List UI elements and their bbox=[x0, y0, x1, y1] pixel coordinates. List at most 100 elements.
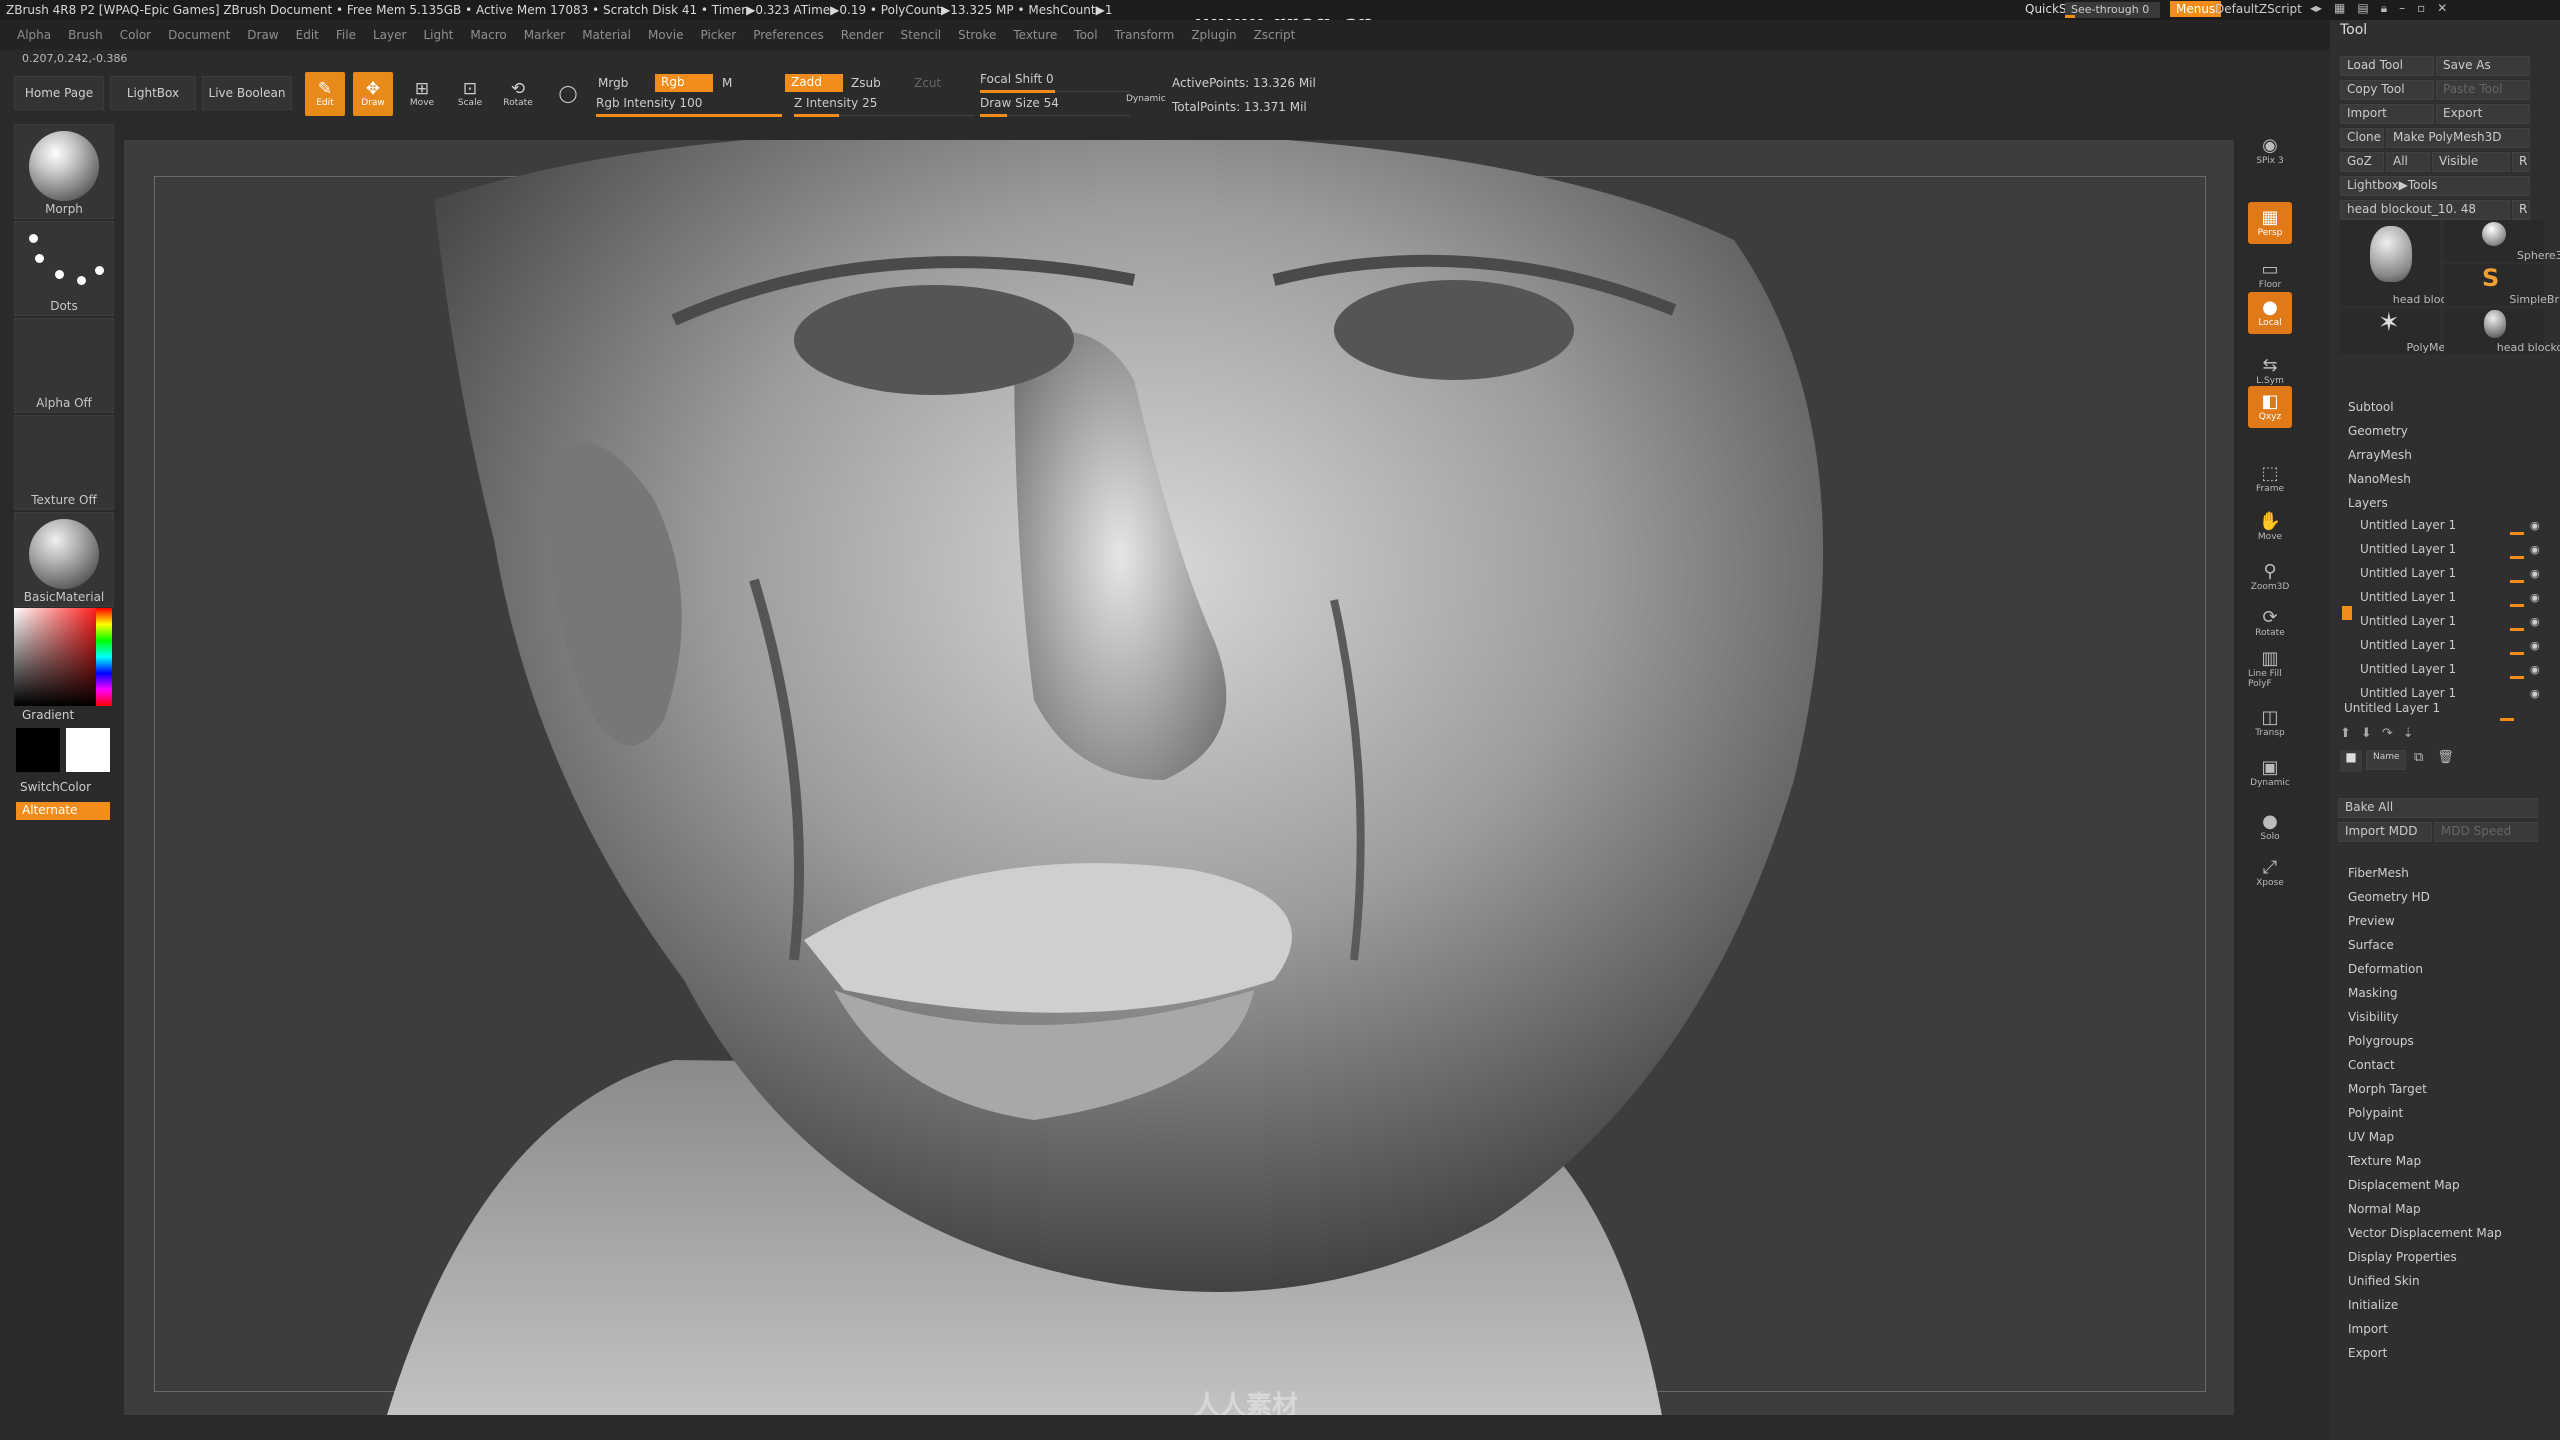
record-layer-indicator[interactable] bbox=[2342, 606, 2352, 620]
menu-render[interactable]: Render bbox=[841, 28, 884, 42]
layer-merge-icon[interactable]: ⇣ bbox=[2403, 726, 2414, 741]
subpalette-contact[interactable]: Contact bbox=[2348, 1058, 2395, 1072]
subpalette-masking[interactable]: Masking bbox=[2348, 986, 2397, 1000]
layer-strength-bar[interactable] bbox=[2510, 580, 2524, 583]
menu-transform[interactable]: Transform bbox=[1115, 28, 1175, 42]
zcut-button[interactable]: Zcut bbox=[914, 76, 941, 90]
subpalette-surface[interactable]: Surface bbox=[2348, 938, 2394, 952]
tool-thumb-head-2[interactable]: head blockout_1( bbox=[2444, 308, 2560, 354]
eye-icon[interactable]: ◉ bbox=[2530, 543, 2540, 556]
draw-button[interactable]: ✥ Draw bbox=[353, 72, 393, 116]
move-button[interactable]: ⊞ Move bbox=[402, 72, 442, 116]
sphere-toggle[interactable]: ◯ bbox=[548, 72, 588, 116]
tool-thumb-polymesh3d[interactable]: ✶ PolyMesh3D bbox=[2340, 308, 2473, 354]
goz-button[interactable]: GoZ bbox=[2340, 152, 2384, 172]
export-button[interactable]: Export bbox=[2436, 104, 2530, 124]
menu-material[interactable]: Material bbox=[582, 28, 631, 42]
shelf-line-fill-polyf-button[interactable]: ▥ Line Fill PolyF bbox=[2248, 648, 2292, 690]
menu-alpha[interactable]: Alpha bbox=[17, 28, 51, 42]
shelf-qxyz-button[interactable]: ◧ Qxyz bbox=[2248, 386, 2292, 428]
subpalette-preview[interactable]: Preview bbox=[2348, 914, 2395, 928]
layer-strength-bar[interactable] bbox=[2510, 676, 2524, 679]
eye-icon[interactable]: ◉ bbox=[2530, 519, 2540, 532]
menu-stroke[interactable]: Stroke bbox=[958, 28, 996, 42]
subpalette-export[interactable]: Export bbox=[2348, 1346, 2387, 1360]
eye-icon[interactable]: ◉ bbox=[2530, 567, 2540, 580]
subpalette-vector-displacement-map[interactable]: Vector Displacement Map bbox=[2348, 1226, 2502, 1240]
shelf-move-button[interactable]: ✋ Move bbox=[2248, 506, 2292, 548]
tool-thumb-head[interactable]: head blockout_1( bbox=[2340, 220, 2487, 306]
layer-row[interactable]: Untitled Layer 1 ◉ bbox=[2360, 566, 2540, 586]
shelf-dynamic-button[interactable]: ▣ Dynamic bbox=[2248, 752, 2292, 794]
subpalette-layers[interactable]: Layers bbox=[2348, 496, 2388, 510]
menu-edit[interactable]: Edit bbox=[296, 28, 319, 42]
menu-preferences[interactable]: Preferences bbox=[753, 28, 824, 42]
texture-selector[interactable]: Texture Off bbox=[14, 415, 114, 510]
make-polymesh3d-button[interactable]: Make PolyMesh3D bbox=[2386, 128, 2530, 148]
lock-icon[interactable]: 🔒︎ bbox=[2381, 1, 2387, 16]
shelf-frame-button[interactable]: ⬚ Frame bbox=[2248, 458, 2292, 500]
palette-icon[interactable]: ▤ bbox=[2357, 1, 2368, 16]
visible-button[interactable]: Visible bbox=[2432, 152, 2510, 172]
clone-button[interactable]: Clone bbox=[2340, 128, 2384, 148]
shelf-transp-button[interactable]: ◫ Transp bbox=[2248, 702, 2292, 744]
subpalette-normal-map[interactable]: Normal Map bbox=[2348, 1202, 2421, 1216]
color-picker[interactable] bbox=[14, 608, 112, 706]
menu-stencil[interactable]: Stencil bbox=[901, 28, 942, 42]
menu-document[interactable]: Document bbox=[168, 28, 230, 42]
copy-tool-button[interactable]: Copy Tool bbox=[2340, 80, 2434, 100]
alpha-selector[interactable]: Alpha Off bbox=[14, 318, 114, 413]
menu-tool[interactable]: Tool bbox=[1074, 28, 1097, 42]
dynamic-button[interactable]: Dynamic bbox=[1126, 94, 1166, 104]
delete-icon[interactable]: 🗑︎ bbox=[2437, 750, 2454, 765]
save-as-button[interactable]: Save As bbox=[2436, 56, 2530, 76]
canvas-viewport[interactable]: 人人素材 bbox=[124, 140, 2234, 1415]
menu-macro[interactable]: Macro bbox=[470, 28, 506, 42]
layer-row[interactable]: Untitled Layer 1 ◉ bbox=[2360, 614, 2540, 634]
subpalette-geometry[interactable]: Geometry bbox=[2348, 424, 2408, 438]
subpalette-unified-skin[interactable]: Unified Skin bbox=[2348, 1274, 2420, 1288]
layer-row[interactable]: Untitled Layer 1 ◉ bbox=[2360, 590, 2540, 610]
mrgb-button[interactable]: Mrgb bbox=[598, 76, 628, 90]
focal-shift-slider[interactable]: Focal Shift 0 bbox=[980, 72, 1130, 93]
all-button[interactable]: All bbox=[2386, 152, 2430, 172]
menu-zscript[interactable]: Zscript bbox=[1254, 28, 1296, 42]
import-mdd-button[interactable]: Import MDD bbox=[2338, 822, 2432, 842]
m-button[interactable]: M bbox=[722, 76, 732, 90]
menu-file[interactable]: File bbox=[336, 28, 356, 42]
maximize-icon[interactable]: ▫ bbox=[2417, 1, 2425, 16]
menu-color[interactable]: Color bbox=[120, 28, 151, 42]
layer-strength-bar[interactable] bbox=[2510, 556, 2524, 559]
color-gradient-square[interactable] bbox=[14, 608, 96, 706]
z-intensity-slider[interactable]: Z Intensity 25 bbox=[794, 96, 974, 117]
layer-strength-bar[interactable] bbox=[2510, 652, 2524, 655]
shelf-zoom3d-button[interactable]: ⚲ Zoom3D bbox=[2248, 556, 2292, 598]
menu-marker[interactable]: Marker bbox=[524, 28, 565, 42]
menu-zplugin[interactable]: Zplugin bbox=[1191, 28, 1236, 42]
subpalette-import[interactable]: Import bbox=[2348, 1322, 2388, 1336]
shelf-floor-button[interactable]: ▭ Floor bbox=[2248, 254, 2292, 296]
default-zscript[interactable]: DefaultZScript bbox=[2215, 2, 2302, 16]
eye-icon[interactable]: ◉ bbox=[2530, 639, 2540, 652]
tool-thumb-simplebrush[interactable]: S SimpleBrush bbox=[2444, 264, 2560, 306]
layer-redo-icon[interactable]: ↷ bbox=[2382, 726, 2393, 741]
see-through-slider[interactable]: See-through 0 bbox=[2065, 2, 2160, 18]
menu-layer[interactable]: Layer bbox=[373, 28, 406, 42]
r-button[interactable]: R bbox=[2512, 152, 2530, 172]
eye-icon[interactable]: ◉ bbox=[2530, 615, 2540, 628]
live-boolean-button[interactable]: Live Boolean bbox=[202, 76, 292, 110]
layer-row[interactable]: Untitled Layer 1 ◉ bbox=[2360, 662, 2540, 682]
layer-down-icon[interactable]: ⬇ bbox=[2361, 726, 2372, 741]
hue-strip[interactable] bbox=[96, 608, 112, 706]
zadd-button[interactable]: Zadd bbox=[785, 74, 843, 92]
rotate-button[interactable]: ⟲ Rotate bbox=[498, 72, 538, 116]
subpalette-initialize[interactable]: Initialize bbox=[2348, 1298, 2398, 1312]
layer-strength-bar[interactable] bbox=[2510, 604, 2524, 607]
menu-brush[interactable]: Brush bbox=[68, 28, 103, 42]
subpalette-arraymesh[interactable]: ArrayMesh bbox=[2348, 448, 2412, 462]
shelf-solo-button[interactable]: ● Solo bbox=[2248, 806, 2292, 848]
subpalette-texture-map[interactable]: Texture Map bbox=[2348, 1154, 2421, 1168]
arrows-icon[interactable]: ◂▸ bbox=[2310, 1, 2322, 16]
tool-thumb-sphere3d[interactable]: Sphere3D bbox=[2444, 220, 2560, 262]
menu-light[interactable]: Light bbox=[423, 28, 453, 42]
